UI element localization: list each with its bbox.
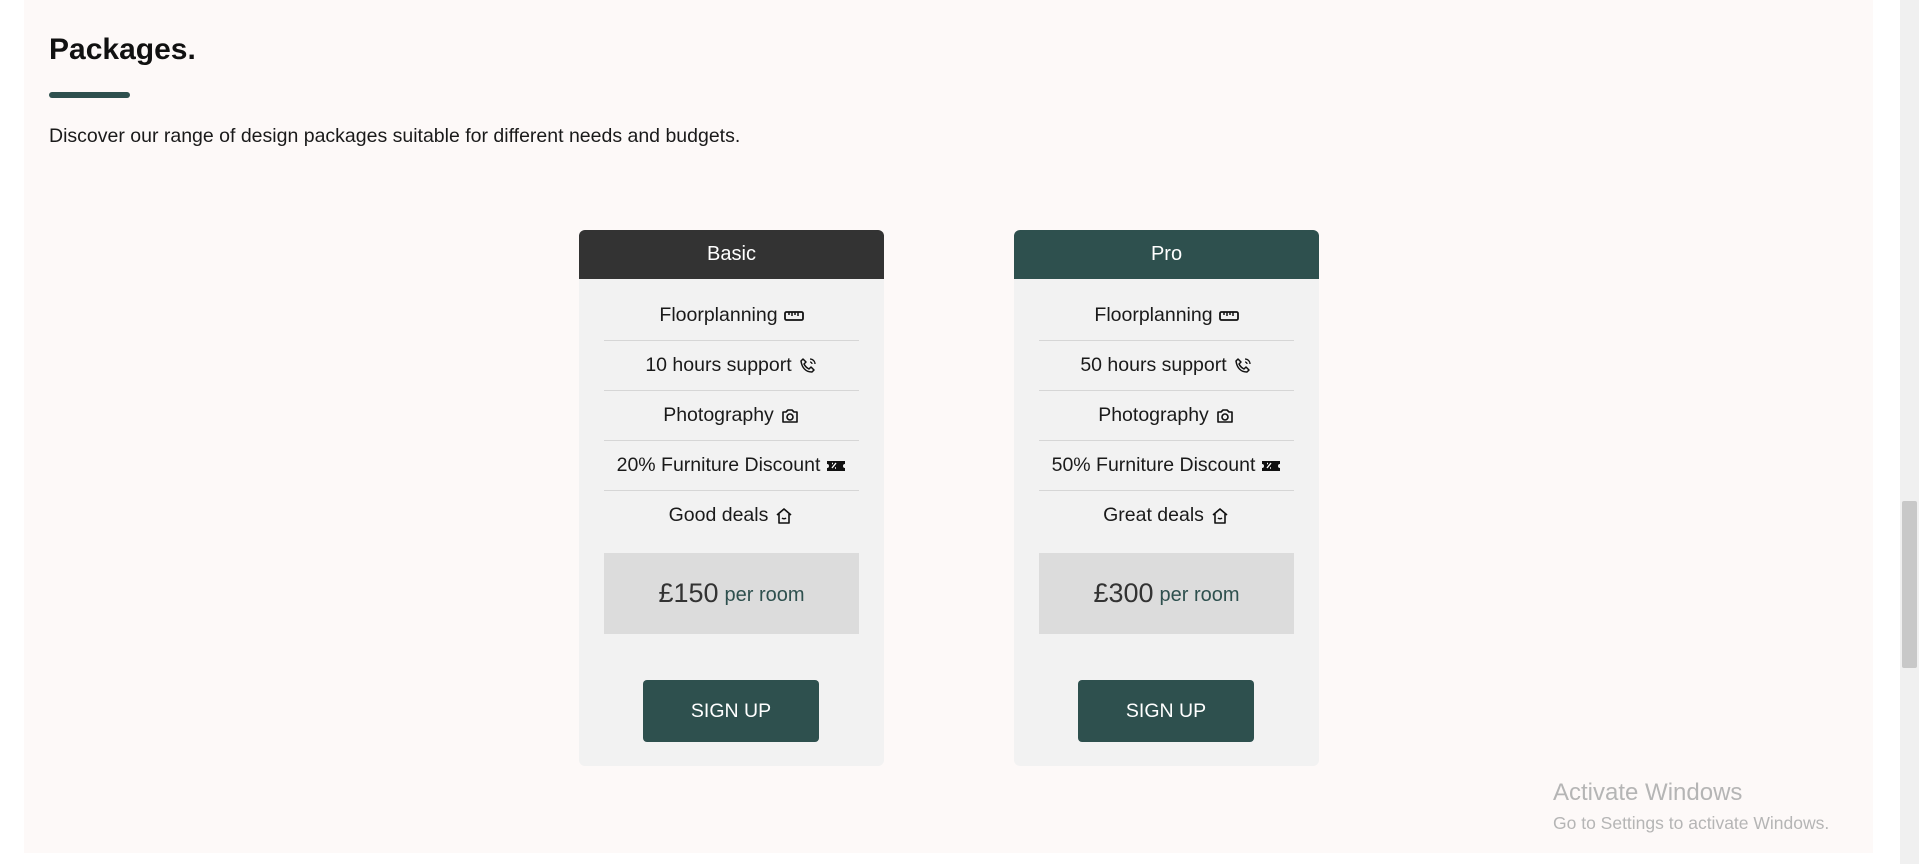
feature-item: 50% Furniture Discount [1039,441,1294,491]
ticket-icon [826,456,846,476]
windows-activation-watermark: Activate Windows Go to Settings to activ… [1553,778,1829,836]
feature-label: 50% Furniture Discount [1051,454,1256,476]
price-box: £150 per room [604,553,859,634]
price-amount: £300 [1093,578,1154,608]
camera-icon [780,406,800,426]
feature-label: 50 hours support [1080,354,1227,376]
feature-item: Great deals [1039,491,1294,540]
sign-up-button[interactable]: SIGN UP [643,680,819,742]
package-header: Pro [1014,230,1319,279]
package-header: Basic [579,230,884,279]
feature-item: Photography [1039,391,1294,441]
feature-item: Floorplanning [604,291,859,341]
ruler-icon [783,306,804,326]
section-title: Packages. [49,33,196,66]
feature-label: 20% Furniture Discount [616,454,821,476]
watermark-subtitle: Go to Settings to activate Windows. [1553,813,1830,833]
sign-up-button[interactable]: SIGN UP [1078,680,1254,742]
feature-item: Good deals [604,491,859,540]
package-card-basic: Basic Floorplanning 10 hours support Pho… [579,230,884,766]
feature-label: Photography [663,404,774,426]
ticket-icon [1261,456,1281,476]
package-card-pro: Pro Floorplanning 50 hours support Photo… [1014,230,1319,766]
feature-label: Photography [1098,404,1209,426]
feature-label: Great deals [1103,504,1204,526]
feature-label: Good deals [668,504,769,526]
feature-label: Floorplanning [1094,304,1213,326]
section-subtitle: Discover our range of design packages su… [49,125,741,147]
price-amount: £150 [658,578,719,608]
feature-item: 50 hours support [1039,341,1294,391]
house-icon [1210,506,1230,526]
ruler-icon [1218,306,1239,326]
feature-item: Floorplanning [1039,291,1294,341]
feature-list: Floorplanning 50 hours support Photograp… [1039,291,1294,540]
title-underline [49,92,130,98]
feature-label: Floorplanning [659,304,778,326]
price-unit: per room [1159,584,1240,606]
watermark-title: Activate Windows [1553,779,1743,806]
house-icon [774,506,794,526]
camera-icon [1215,406,1235,426]
price-box: £300 per room [1039,553,1294,634]
feature-item: Photography [604,391,859,441]
scrollbar-track[interactable] [1900,0,1919,864]
phone-icon [798,356,818,376]
feature-item: 20% Furniture Discount [604,441,859,491]
feature-item: 10 hours support [604,341,859,391]
scrollbar-thumb[interactable] [1902,501,1917,668]
feature-label: 10 hours support [645,354,792,376]
price-unit: per room [724,584,805,606]
phone-icon [1233,356,1253,376]
feature-list: Floorplanning 10 hours support Photograp… [604,291,859,540]
